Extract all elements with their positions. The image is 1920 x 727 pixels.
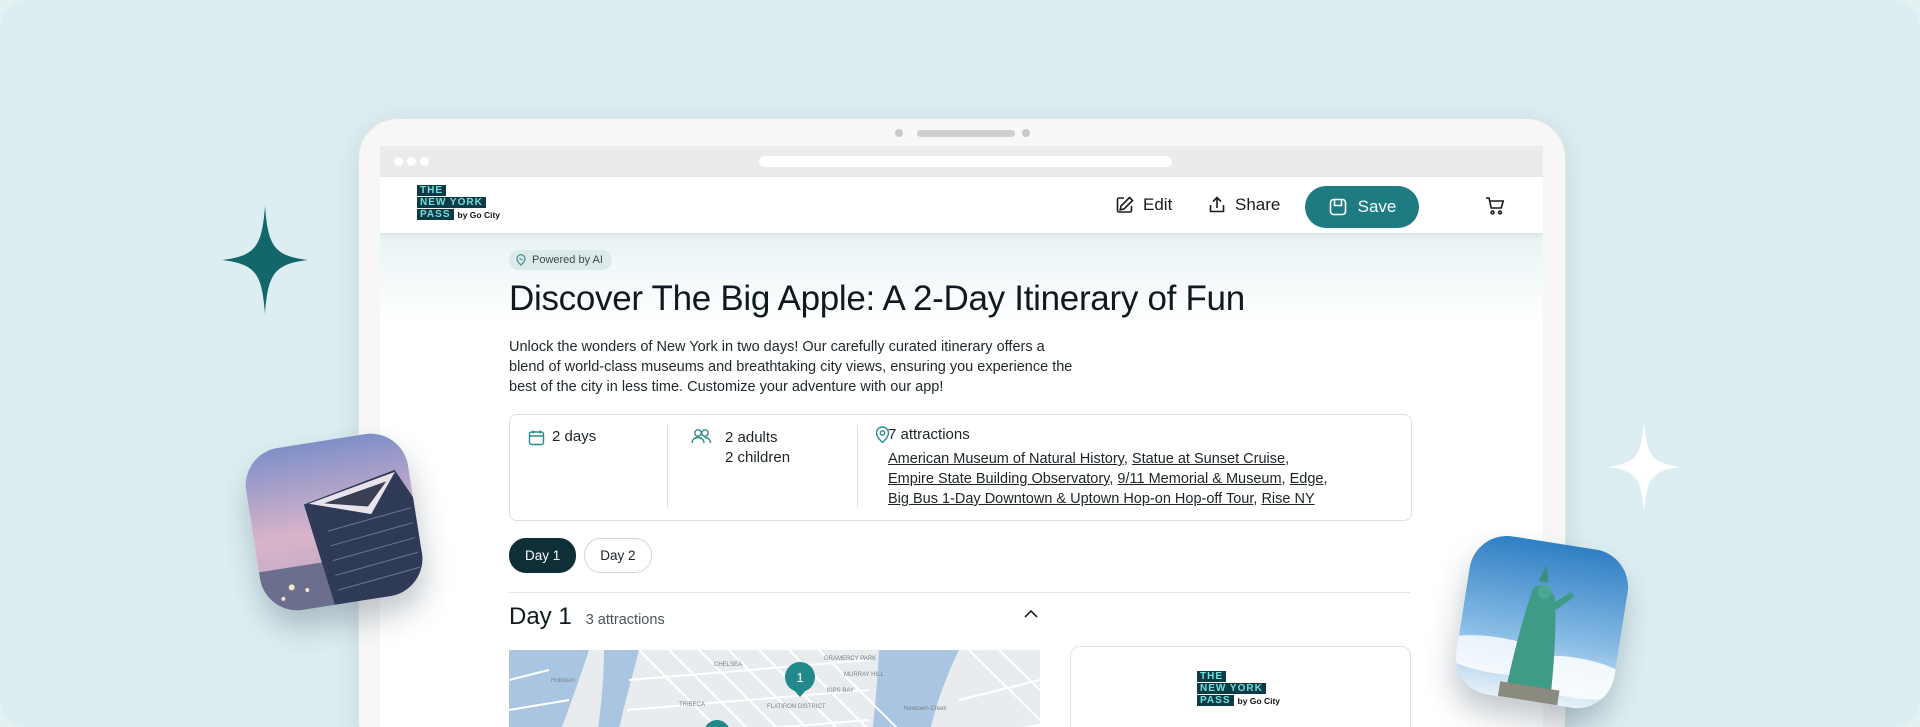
itinerary-summary: 2 days 2 adults 2 children 7 attractions… [509, 414, 1412, 521]
browser-window: THE NEW YORK PASSby Go City Edit Share [380, 146, 1543, 727]
save-label: Save [1357, 197, 1397, 216]
map-label: Newtown Creek [904, 706, 947, 712]
device-speaker [917, 130, 1015, 137]
device-dot [895, 129, 903, 137]
new-york-pass-logo[interactable]: THE NEW YORK PASS by Go City [417, 185, 500, 221]
day-tabs: Day 1 Day 2 [509, 538, 652, 573]
duration-value: 2 days [552, 428, 597, 445]
ai-pin-icon [516, 254, 526, 266]
attraction-link[interactable]: Rise NY [1261, 491, 1314, 507]
save-icon [1329, 198, 1346, 216]
card-logo-line2: NEW YORK [1197, 683, 1266, 694]
map-label: FLATIRON DISTRICT [767, 704, 826, 710]
edit-icon [1116, 196, 1134, 213]
attraction-link[interactable]: Empire State Building Observatory [888, 471, 1109, 487]
people-icon [691, 429, 712, 444]
adults-value: 2 adults [725, 429, 778, 446]
powered-by-ai-label: Powered by AI [532, 254, 603, 266]
cart-icon[interactable] [1484, 195, 1506, 217]
attraction-link[interactable]: 9/11 Memorial & Museum [1117, 471, 1281, 487]
attraction-link[interactable]: American Museum of Natural History [888, 451, 1124, 467]
card-logo-line1: THE [1197, 671, 1226, 682]
card-logo: THE NEW YORK PASS by Go City [1197, 671, 1280, 707]
duration-column: 2 days [510, 415, 664, 520]
attractions-column: 7 attractions American Museum of Natural… [858, 415, 1408, 520]
day-attraction-count: 3 attractions [585, 612, 665, 628]
map-label: MURRAY HILL [844, 672, 884, 678]
day-map[interactable]: Hoboken CHELSEA GRAMERCY PARK FLATIRON D… [509, 650, 1040, 727]
attraction-card[interactable]: THE NEW YORK PASS by Go City [1070, 646, 1411, 727]
page-title: Discover The Big Apple: A 2-Day Itinerar… [509, 279, 1245, 318]
page-content: Powered by AI Discover The Big Apple: A … [380, 233, 1543, 727]
edit-label: Edit [1143, 195, 1173, 214]
save-button[interactable]: Save [1305, 186, 1419, 228]
day-title: Day 1 [509, 603, 572, 630]
share-icon [1209, 196, 1225, 213]
tab-day-1[interactable]: Day 1 [509, 538, 577, 573]
map-graphic: Hoboken CHELSEA GRAMERCY PARK FLATIRON D… [509, 650, 1040, 727]
statue-of-liberty-photo [1450, 530, 1634, 714]
travelers-column: 2 adults 2 children [668, 415, 858, 520]
share-label: Share [1235, 195, 1281, 214]
attraction-link[interactable]: Statue at Sunset Cruise [1132, 451, 1285, 467]
logo-line3: PASS [417, 209, 454, 220]
attraction-link[interactable]: Edge [1290, 471, 1324, 487]
tab-day-2[interactable]: Day 2 [584, 538, 652, 573]
chevron-up-icon[interactable] [1023, 609, 1039, 619]
edit-button[interactable]: Edit [1115, 185, 1172, 225]
attraction-link[interactable]: Big Bus 1-Day Downtown & Uptown Hop-on H… [888, 491, 1253, 507]
map-pin-label: 1 [796, 670, 803, 685]
sparkle-dark-icon [222, 206, 308, 314]
day-divider [509, 592, 1410, 593]
address-bar[interactable] [759, 156, 1172, 167]
calendar-icon [528, 430, 545, 446]
logo-line2: NEW YORK [417, 197, 486, 208]
map-label: Hoboken [551, 678, 575, 684]
map-label: CHELSEA [714, 662, 742, 668]
children-value: 2 children [725, 449, 791, 466]
itinerary-description: Unlock the wonders of New York in two da… [509, 339, 1073, 395]
day-header: Day 1 3 attractions [509, 603, 665, 631]
powered-by-ai-badge: Powered by AI [509, 250, 612, 270]
site-header: THE NEW YORK PASSby Go City Edit Share [380, 177, 1543, 233]
window-dot[interactable] [407, 157, 416, 166]
sparkle-light-icon [1608, 422, 1680, 512]
map-label: TRIBECA [679, 702, 705, 708]
logo-by-go-city: by Go City [457, 209, 501, 220]
attractions-count: 7 attractions [888, 426, 970, 443]
window-dot[interactable] [420, 157, 429, 166]
map-label: KIPS BAY [827, 688, 854, 694]
card-logo-line3: PASS [1197, 695, 1234, 706]
background-canvas: THE NEW YORK PASSby Go City Edit Share [0, 0, 1920, 727]
logo-line1: THE [417, 185, 446, 196]
share-button[interactable]: Share [1207, 185, 1280, 225]
attractions-list: American Museum of Natural History, Stat… [888, 451, 1328, 507]
card-logo-by: by Go City [1237, 695, 1281, 706]
map-label: GRAMERCY PARK [824, 656, 876, 662]
device-dot [1022, 129, 1030, 137]
edge-building-photo [240, 428, 428, 616]
browser-chrome [380, 146, 1543, 177]
window-dot[interactable] [394, 157, 403, 166]
